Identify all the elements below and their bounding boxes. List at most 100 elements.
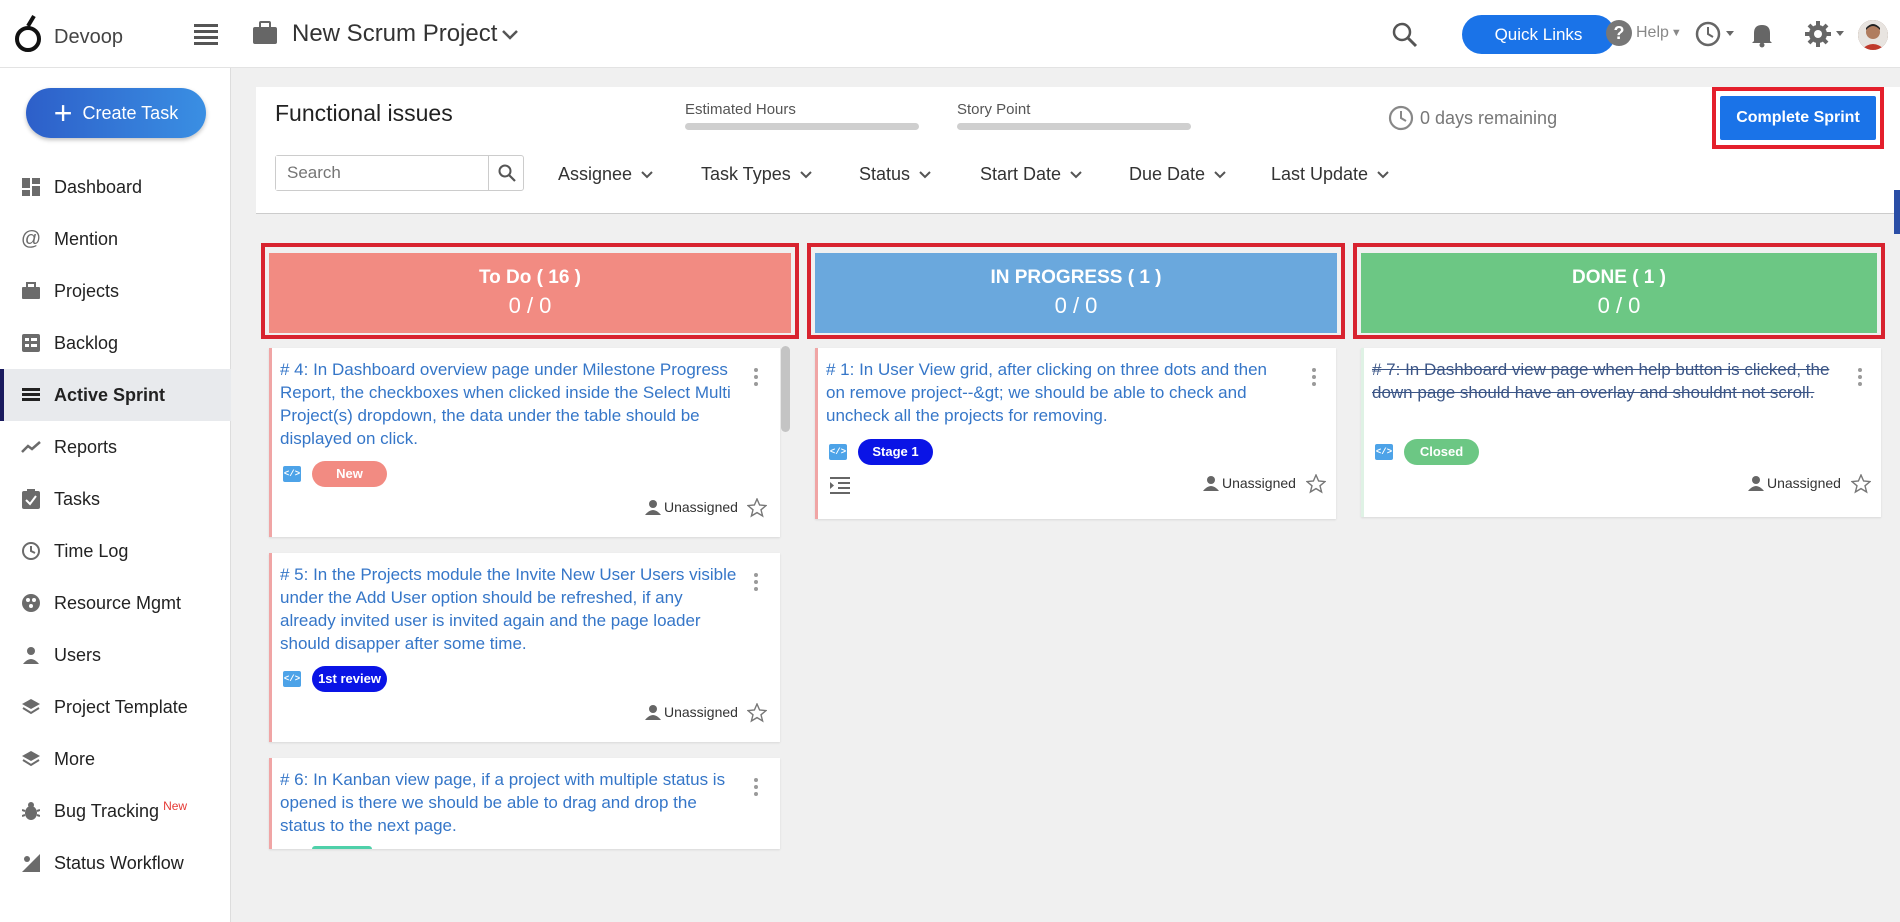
todo-scrollbar[interactable]	[781, 346, 790, 432]
chevron-down-icon	[1377, 170, 1389, 178]
task-card[interactable]: # 6: In Kanban view page, if a project w…	[269, 758, 780, 849]
sidebar-item-tasks[interactable]: Tasks	[0, 473, 231, 525]
done-column-header[interactable]: DONE ( 1 ) 0 / 0	[1361, 253, 1877, 333]
more-options-icon[interactable]	[1858, 368, 1862, 389]
chevron-down-icon	[800, 170, 812, 178]
app-name: Devoop	[54, 25, 123, 48]
chevron-down-icon[interactable]	[500, 28, 520, 42]
sidebar-item-active-sprint[interactable]: Active Sprint	[0, 369, 231, 421]
user-icon	[645, 705, 661, 720]
help-menu[interactable]: ? Help ▼	[1606, 20, 1682, 46]
search-box	[275, 155, 524, 191]
chevron-down-icon	[1214, 170, 1226, 178]
menu-toggle-icon[interactable]	[194, 24, 218, 45]
status-badge[interactable]: Stage 1	[858, 439, 933, 465]
sidebar-item-time-log[interactable]: Time Log	[0, 525, 231, 577]
assignee[interactable]: Unassigned	[645, 499, 738, 515]
sidebar-item-label: Mention	[54, 228, 119, 249]
clock-icon[interactable]	[1694, 20, 1736, 48]
code-icon: </>	[829, 444, 847, 460]
search-input[interactable]	[276, 156, 488, 190]
complete-sprint-button[interactable]: Complete Sprint	[1720, 96, 1876, 140]
project-title[interactable]: New Scrum Project	[292, 20, 497, 48]
sidebar-nav: Dashboard @ Mention Projects Backlog Act…	[0, 161, 231, 889]
task-title[interactable]: # 6: In Kanban view page, if a project w…	[280, 768, 740, 837]
sidebar-item-label: Dashboard	[54, 176, 143, 197]
assignee[interactable]: Unassigned	[645, 704, 738, 720]
assignee[interactable]: Unassigned	[1748, 475, 1841, 491]
filter-start-date[interactable]: Start Date	[980, 164, 1082, 185]
estimated-hours-label: Estimated Hours	[685, 101, 796, 118]
estimated-hours: Estimated Hours	[685, 101, 919, 130]
search-button[interactable]	[488, 156, 524, 190]
gear-icon[interactable]	[1804, 20, 1846, 48]
filter-label: Last Update	[1271, 164, 1369, 184]
status-badge[interactable]: New	[312, 461, 387, 487]
more-options-icon[interactable]	[754, 573, 758, 594]
dashboard-icon	[20, 176, 42, 198]
task-title[interactable]: # 4: In Dashboard overview page under Mi…	[280, 358, 740, 450]
todo-column-header[interactable]: To Do ( 16 ) 0 / 0	[269, 253, 791, 333]
in-progress-column-header[interactable]: IN PROGRESS ( 1 ) 0 / 0	[815, 253, 1337, 333]
task-title[interactable]: # 1: In User View grid, after clicking o…	[826, 358, 1286, 427]
star-icon[interactable]	[1306, 474, 1326, 494]
estimated-hours-bar	[685, 123, 919, 130]
more-options-icon[interactable]	[754, 778, 758, 799]
sidebar-item-project-template[interactable]: Project Template	[0, 681, 231, 733]
create-task-label: Create Task	[82, 102, 179, 123]
bug-icon	[20, 800, 42, 822]
sidebar-item-users[interactable]: Users	[0, 629, 231, 681]
filter-task-types[interactable]: Task Types	[701, 164, 812, 185]
task-card[interactable]: # 5: In the Projects module the Invite N…	[269, 553, 780, 742]
chevron-down-icon	[919, 170, 931, 178]
filter-assignee[interactable]: Assignee	[558, 164, 653, 185]
at-icon: @	[20, 227, 42, 250]
sidebar-item-status-workflow[interactable]: Status Workflow	[0, 837, 231, 889]
sidebar-item-projects[interactable]: Projects	[0, 265, 231, 317]
task-card[interactable]: # 1: In User View grid, after clicking o…	[815, 348, 1336, 519]
assignee[interactable]: Unassigned	[1203, 475, 1296, 491]
filter-due-date[interactable]: Due Date	[1129, 164, 1226, 185]
quick-links-button[interactable]: Quick Links	[1462, 15, 1615, 54]
search-icon[interactable]	[1392, 22, 1418, 48]
resource-icon	[20, 592, 42, 614]
task-title[interactable]: # 5: In the Projects module the Invite N…	[280, 563, 740, 655]
filter-label: Status	[859, 164, 911, 184]
list-icon	[20, 384, 42, 406]
new-badge: New	[163, 799, 188, 813]
assignee-name: Unassigned	[1222, 475, 1296, 491]
sidebar-item-dashboard[interactable]: Dashboard	[0, 161, 231, 213]
assignee-name: Unassigned	[664, 499, 738, 515]
sidebar-item-mention[interactable]: @ Mention	[0, 213, 231, 265]
sidebar-item-resource-mgmt[interactable]: Resource Mgmt	[0, 577, 231, 629]
app-logo[interactable]: Devoop	[14, 14, 123, 54]
sidebar-item-bug-tracking[interactable]: Bug Tracking New	[0, 785, 231, 837]
filter-last-update[interactable]: Last Update	[1271, 164, 1389, 185]
status-badge[interactable]: Closed	[1404, 439, 1479, 465]
more-options-icon[interactable]	[754, 368, 758, 389]
briefcase-icon	[20, 280, 42, 302]
status-badge[interactable]: 1st review	[312, 666, 387, 692]
sidebar-item-reports[interactable]: Reports	[0, 421, 231, 473]
filter-status[interactable]: Status	[859, 164, 931, 185]
star-icon[interactable]	[747, 498, 767, 518]
assignee-name: Unassigned	[664, 704, 738, 720]
task-card[interactable]: # 7: In Dashboard view page when help bu…	[1361, 348, 1881, 517]
code-icon: </>	[1375, 444, 1393, 460]
star-icon[interactable]	[747, 703, 767, 723]
column-title: IN PROGRESS ( 1 )	[990, 267, 1162, 288]
task-title[interactable]: # 7: In Dashboard view page when help bu…	[1372, 358, 1832, 404]
create-task-button[interactable]: + Create Task	[26, 88, 206, 138]
bell-icon[interactable]	[1750, 22, 1774, 48]
sidebar-item-more[interactable]: More	[0, 733, 231, 785]
days-remaining-text: 0 days remaining	[1420, 107, 1558, 128]
star-icon[interactable]	[1851, 474, 1871, 494]
more-options-icon[interactable]	[1312, 368, 1316, 389]
column-title: DONE ( 1 )	[1572, 267, 1666, 288]
sidebar-item-backlog[interactable]: Backlog	[0, 317, 231, 369]
status-badge	[312, 846, 372, 849]
sidebar-item-label: Projects	[54, 280, 120, 301]
task-card[interactable]: # 4: In Dashboard overview page under Mi…	[269, 348, 780, 537]
panel-edge-indicator	[1894, 190, 1900, 234]
avatar[interactable]	[1858, 20, 1888, 50]
